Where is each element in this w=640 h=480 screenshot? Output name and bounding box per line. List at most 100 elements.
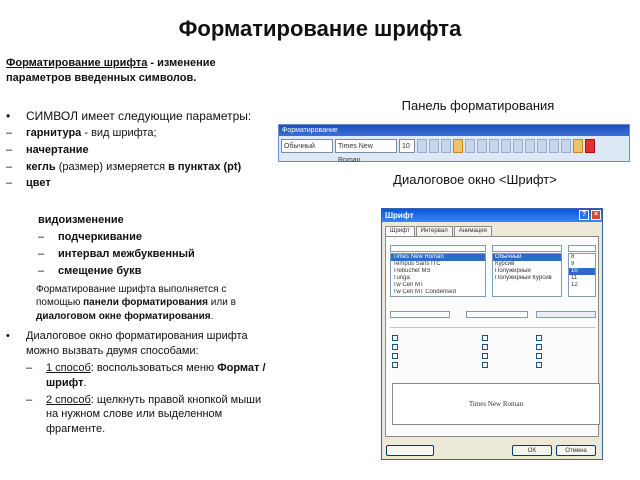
list-item[interactable]: 9	[569, 261, 595, 268]
list-item[interactable]: 10	[569, 268, 595, 275]
note-text: или в	[208, 297, 236, 309]
justify-button[interactable]	[489, 139, 499, 153]
list-item[interactable]: Tw Cen MT Condensed	[391, 289, 485, 296]
underline-color-combo[interactable]	[536, 311, 596, 318]
font-style-field[interactable]	[492, 245, 562, 252]
list-item[interactable]: Полужирный	[493, 268, 561, 275]
checkbox[interactable]	[536, 334, 542, 341]
increase-indent-button[interactable]	[549, 139, 559, 153]
toolbar-title: Форматирование	[279, 125, 629, 136]
effects-col-3	[536, 333, 542, 369]
ok-button[interactable]: OK	[512, 445, 552, 456]
dash-marker: –	[38, 231, 45, 244]
modification-label: подчеркивание	[58, 231, 142, 244]
modification-item: – интервал межбуквенный	[18, 247, 268, 262]
font-size-field[interactable]	[568, 245, 596, 252]
font-name-field[interactable]	[390, 245, 486, 252]
bold-button[interactable]	[417, 139, 427, 153]
list-item[interactable]: Times New Roman	[391, 254, 485, 261]
decrease-indent-button[interactable]	[537, 139, 547, 153]
effects-divider	[390, 327, 596, 328]
modification-item: – подчеркивание	[18, 230, 268, 245]
font-color-combo[interactable]	[390, 311, 450, 318]
param-item: – гарнитура - вид шрифта;	[6, 126, 268, 141]
checkbox[interactable]	[536, 352, 542, 359]
list-item[interactable]: Обычный	[493, 254, 561, 261]
checkbox[interactable]	[482, 361, 488, 368]
dialog-intro: • Диалоговое окно форматирования шрифта …	[6, 329, 268, 359]
default-button[interactable]	[386, 445, 434, 456]
method-item: – 1 способ: воспользоваться меню Формат …	[26, 361, 268, 391]
checkbox[interactable]	[482, 352, 488, 359]
modification-heading: видоизменение	[38, 214, 124, 227]
note-bold: панели форматирования	[83, 297, 209, 309]
modification-item: – смещение букв	[18, 264, 268, 279]
checkbox[interactable]	[482, 334, 488, 341]
tab-spacing[interactable]: Интервал	[415, 226, 453, 236]
line-spacing-button[interactable]	[501, 139, 511, 153]
align-left-button[interactable]	[453, 139, 463, 153]
list-item[interactable]: Tunga	[391, 275, 485, 282]
tab-animation[interactable]: Анимация	[453, 226, 492, 236]
method-label: 1 способ	[46, 361, 91, 374]
style-combo[interactable]: Обычный	[281, 139, 333, 153]
effects-col-2	[482, 333, 488, 369]
dash-marker: –	[26, 393, 33, 406]
dialog-tabs: Шрифт Интервал Анимация	[382, 222, 602, 236]
align-right-button[interactable]	[477, 139, 487, 153]
param-item: – кегль (размер) измеряется в пунктах (p…	[6, 160, 268, 175]
numbering-button[interactable]	[513, 139, 523, 153]
list-item[interactable]: Курсив	[493, 261, 561, 268]
param-name: гарнитура	[26, 126, 82, 139]
param-name: цвет	[26, 177, 51, 190]
list-item[interactable]: Tw Cen MT	[391, 282, 485, 289]
dash-marker: –	[38, 264, 45, 277]
tab-font[interactable]: Шрифт	[385, 226, 415, 236]
font-color-button[interactable]	[585, 139, 595, 153]
dash-marker: –	[6, 177, 13, 190]
close-icon[interactable]: ×	[591, 210, 601, 220]
dialog-title: Шрифт	[385, 211, 414, 220]
effects-col-1	[392, 333, 398, 369]
checkbox[interactable]	[392, 361, 398, 368]
italic-button[interactable]	[429, 139, 439, 153]
note-text: .	[210, 310, 214, 322]
font-style-list[interactable]: Обычный Курсив Полужирный Полужирный Кур…	[492, 253, 562, 297]
dash-marker: –	[26, 361, 33, 374]
cancel-button[interactable]: Отмена	[556, 445, 596, 456]
underline-button[interactable]	[441, 139, 451, 153]
underline-style-combo[interactable]	[466, 311, 528, 318]
help-icon[interactable]: ?	[579, 210, 589, 220]
highlight-button[interactable]	[573, 139, 583, 153]
checkbox[interactable]	[392, 352, 398, 359]
list-item[interactable]: Полужирный Курсив	[493, 275, 561, 282]
dash-marker: –	[6, 160, 13, 173]
bullet: •	[6, 108, 11, 123]
list-item[interactable]: 12	[569, 282, 595, 289]
checkbox[interactable]	[482, 343, 488, 350]
list-item[interactable]: Trebuchet MS	[391, 268, 485, 275]
bullets-button[interactable]	[525, 139, 535, 153]
list-item[interactable]: 11	[569, 275, 595, 282]
align-center-button[interactable]	[465, 139, 475, 153]
size-combo[interactable]: 10	[399, 139, 415, 153]
panel-caption: Панель форматирования	[401, 98, 555, 113]
checkbox[interactable]	[536, 343, 542, 350]
checkbox[interactable]	[536, 361, 542, 368]
dialog-titlebar: Шрифт ? ×	[382, 209, 602, 222]
font-combo[interactable]: Times New Roman	[335, 139, 397, 164]
borders-button[interactable]	[561, 139, 571, 153]
dash-marker: –	[6, 143, 13, 156]
param-name: начертание	[26, 143, 89, 156]
font-size-list[interactable]: 8 9 10 11 12	[568, 253, 596, 297]
font-list[interactable]: Times New Roman Tempus Sans ITC Trebuche…	[390, 253, 486, 297]
checkbox[interactable]	[392, 334, 398, 341]
method-text: : воспользоваться меню	[90, 361, 218, 374]
modification-label: интервал межбуквенный	[58, 247, 195, 260]
font-dialog: Шрифт ? × Шрифт Интервал Анимация Times …	[381, 208, 603, 460]
param-item: – начертание	[6, 143, 268, 158]
list-item[interactable]: Tempus Sans ITC	[391, 261, 485, 268]
list-item[interactable]: 8	[569, 254, 595, 261]
method-label: 2 способ	[46, 393, 91, 406]
checkbox[interactable]	[392, 343, 398, 350]
